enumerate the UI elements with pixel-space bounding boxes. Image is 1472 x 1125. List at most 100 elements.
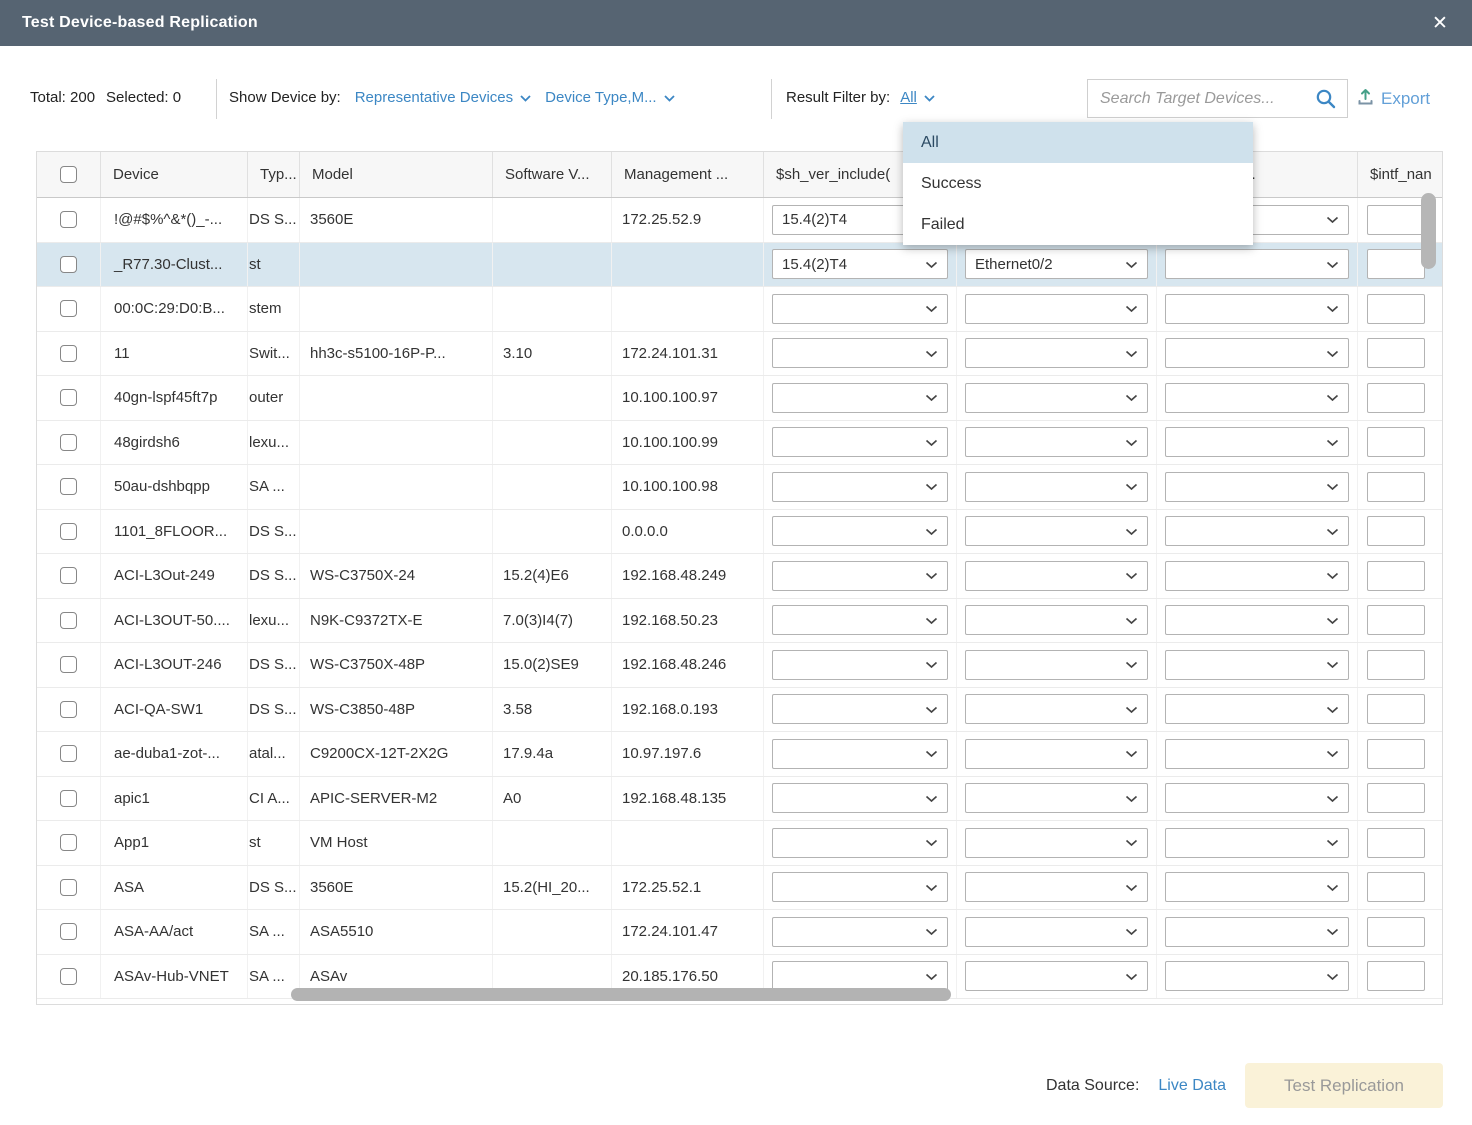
intf-name-input[interactable] (1367, 516, 1425, 546)
table-row[interactable]: ae-duba1-zot-... atal... C9200CX-12T-2X2… (37, 732, 1442, 777)
sh-ver-include-select[interactable] (772, 694, 948, 724)
device-type-dropdown[interactable]: Device Type,M... (545, 89, 674, 106)
result-filter-dropdown[interactable]: All (900, 89, 935, 106)
sh-ver-include-select[interactable] (772, 383, 948, 413)
table-row[interactable]: 11 Swit... hh3c-s5100-16P-P... 3.10 172.… (37, 332, 1442, 377)
param2-select[interactable] (965, 516, 1148, 546)
menu-item-failed[interactable]: Failed (903, 204, 1253, 245)
intf-name-input[interactable] (1367, 605, 1425, 635)
param2-select[interactable] (965, 828, 1148, 858)
intf-name-input[interactable] (1367, 917, 1425, 947)
intf-name-input[interactable] (1367, 872, 1425, 902)
sh-ver-include-select[interactable] (772, 427, 948, 457)
table-row[interactable]: 40gn-lspf45ft7p outer 10.100.100.97 (37, 376, 1442, 421)
table-row[interactable]: App1 st VM Host (37, 821, 1442, 866)
row-checkbox[interactable] (60, 256, 77, 273)
sh-ver-exclude-select[interactable] (1165, 427, 1349, 457)
row-checkbox[interactable] (60, 478, 77, 495)
param2-select[interactable] (965, 783, 1148, 813)
param2-select[interactable]: Ethernet0/2 (965, 249, 1148, 279)
row-checkbox[interactable] (60, 567, 77, 584)
table-row[interactable]: ACI-L3OUT-246 DS S... WS-C3750X-48P 15.0… (37, 643, 1442, 688)
search-icon[interactable] (1315, 88, 1337, 110)
vertical-scrollbar-thumb[interactable] (1421, 193, 1436, 269)
row-checkbox[interactable] (60, 923, 77, 940)
menu-item-all[interactable]: All (903, 122, 1253, 163)
table-row[interactable]: ASA-AA/act SA ... ASA5510 172.24.101.47 (37, 910, 1442, 955)
intf-name-input[interactable] (1367, 650, 1425, 680)
row-checkbox[interactable] (60, 834, 77, 851)
sh-ver-exclude-select[interactable] (1165, 961, 1349, 991)
sh-ver-include-select[interactable] (772, 650, 948, 680)
sh-ver-exclude-select[interactable] (1165, 383, 1349, 413)
intf-name-input[interactable] (1367, 739, 1425, 769)
row-checkbox[interactable] (60, 434, 77, 451)
table-row[interactable]: apic1 CI A... APIC-SERVER-M2 A0 192.168.… (37, 777, 1442, 822)
param2-select[interactable] (965, 338, 1148, 368)
row-checkbox[interactable] (60, 300, 77, 317)
param2-select[interactable] (965, 383, 1148, 413)
table-row[interactable]: ACI-QA-SW1 DS S... WS-C3850-48P 3.58 192… (37, 688, 1442, 733)
horizontal-scrollbar-thumb[interactable] (291, 988, 951, 1001)
param2-select[interactable] (965, 739, 1148, 769)
sh-ver-include-select[interactable] (772, 828, 948, 858)
select-all-checkbox[interactable] (60, 166, 77, 183)
param2-select[interactable] (965, 650, 1148, 680)
sh-ver-include-select[interactable]: 15.4(2)T4 (772, 249, 948, 279)
param2-select[interactable] (965, 605, 1148, 635)
intf-name-input[interactable] (1367, 828, 1425, 858)
row-checkbox[interactable] (60, 612, 77, 629)
sh-ver-exclude-select[interactable] (1165, 828, 1349, 858)
param2-select[interactable] (965, 294, 1148, 324)
row-checkbox[interactable] (60, 345, 77, 362)
row-checkbox[interactable] (60, 879, 77, 896)
show-device-by-dropdown[interactable]: Representative Devices (355, 89, 531, 106)
sh-ver-include-select[interactable] (772, 561, 948, 591)
intf-name-input[interactable] (1367, 338, 1425, 368)
intf-name-input[interactable] (1367, 205, 1425, 235)
table-row[interactable]: _R77.30-Clust... st 15.4(2)T4 Ethernet0/… (37, 243, 1442, 288)
sh-ver-exclude-select[interactable] (1165, 516, 1349, 546)
table-row[interactable]: 50au-dshbqpp SA ... 10.100.100.98 (37, 465, 1442, 510)
intf-name-input[interactable] (1367, 472, 1425, 502)
row-checkbox[interactable] (60, 656, 77, 673)
close-icon[interactable]: ✕ (1422, 0, 1458, 46)
sh-ver-include-select[interactable] (772, 872, 948, 902)
intf-name-input[interactable] (1367, 249, 1425, 279)
sh-ver-include-select[interactable] (772, 294, 948, 324)
sh-ver-exclude-select[interactable] (1165, 605, 1349, 635)
sh-ver-exclude-select[interactable] (1165, 294, 1349, 324)
row-checkbox[interactable] (60, 790, 77, 807)
sh-ver-exclude-select[interactable] (1165, 472, 1349, 502)
param2-select[interactable] (965, 961, 1148, 991)
row-checkbox[interactable] (60, 968, 77, 985)
sh-ver-include-select[interactable] (772, 783, 948, 813)
param2-select[interactable] (965, 917, 1148, 947)
param2-select[interactable] (965, 694, 1148, 724)
table-row[interactable]: 48girdsh6 lexu... 10.100.100.99 (37, 421, 1442, 466)
test-replication-button[interactable]: Test Replication (1245, 1063, 1443, 1108)
row-checkbox[interactable] (60, 701, 77, 718)
row-checkbox[interactable] (60, 523, 77, 540)
sh-ver-exclude-select[interactable] (1165, 561, 1349, 591)
table-row[interactable]: 1101_8FLOOR... DS S... 0.0.0.0 (37, 510, 1442, 555)
sh-ver-exclude-select[interactable] (1165, 694, 1349, 724)
intf-name-input[interactable] (1367, 427, 1425, 457)
sh-ver-exclude-select[interactable] (1165, 917, 1349, 947)
table-row[interactable]: ACI-L3Out-249 DS S... WS-C3750X-24 15.2(… (37, 554, 1442, 599)
row-checkbox[interactable] (60, 745, 77, 762)
search-input[interactable] (1088, 80, 1315, 117)
sh-ver-include-select[interactable] (772, 338, 948, 368)
sh-ver-exclude-select[interactable] (1165, 338, 1349, 368)
sh-ver-include-select[interactable] (772, 961, 948, 991)
intf-name-input[interactable] (1367, 294, 1425, 324)
table-row[interactable]: ACI-L3OUT-50.... lexu... N9K-C9372TX-E 7… (37, 599, 1442, 644)
sh-ver-exclude-select[interactable] (1165, 249, 1349, 279)
intf-name-input[interactable] (1367, 383, 1425, 413)
intf-name-input[interactable] (1367, 694, 1425, 724)
sh-ver-include-select[interactable] (772, 917, 948, 947)
data-source-link[interactable]: Live Data (1158, 1077, 1226, 1095)
sh-ver-include-select[interactable] (772, 739, 948, 769)
sh-ver-exclude-select[interactable] (1165, 783, 1349, 813)
intf-name-input[interactable] (1367, 783, 1425, 813)
